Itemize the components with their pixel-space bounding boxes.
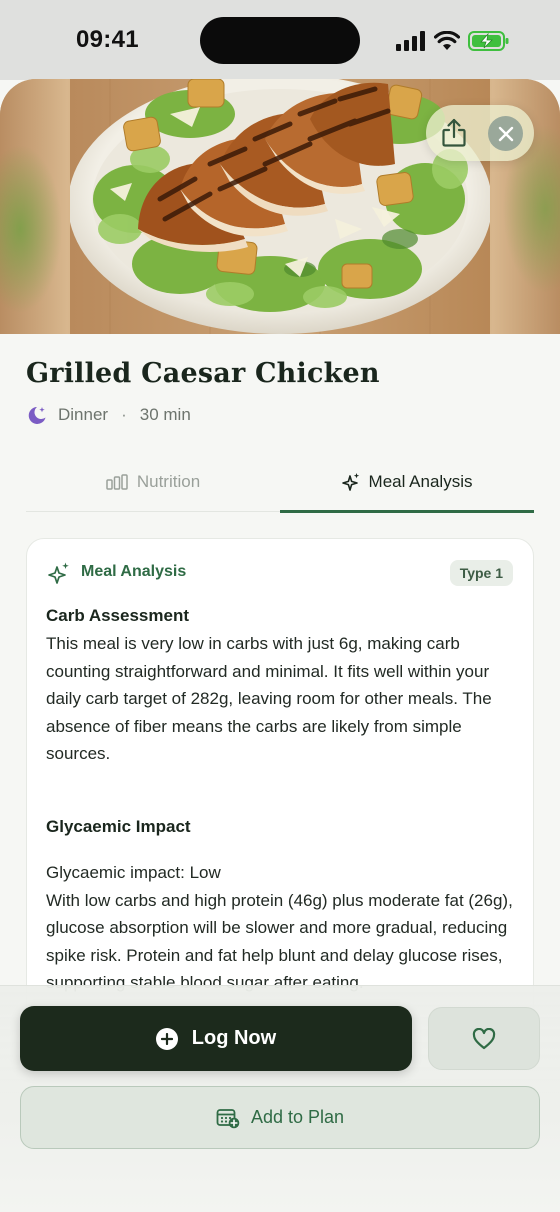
share-button[interactable] [434, 113, 474, 153]
signal-icon [396, 31, 425, 51]
heart-icon [472, 1027, 496, 1049]
meal-photo [70, 79, 490, 334]
calendar-add-icon [216, 1108, 240, 1128]
meal-meta: Dinner · 30 min [26, 402, 191, 428]
tab-nutrition-label: Nutrition [136, 472, 201, 491]
tab-meal-analysis-label: Meal Analysis [368, 472, 473, 491]
status-time: 09:41 [76, 26, 139, 53]
carb-assessment-section: Carb Assessment This meal is very low in… [46, 602, 516, 768]
section-body: This meal is very low in carbs with just… [46, 634, 492, 763]
glycaemic-impact-section: Glycaemic Impact Glycaemic impact: Low W… [46, 795, 516, 1015]
section-body: Glycaemic impact: Low With low carbs and… [46, 863, 513, 992]
moon-stars-icon [28, 407, 46, 424]
wifi-icon [434, 31, 460, 50]
favorite-button[interactable] [428, 1007, 540, 1070]
tab-bar: Nutrition Meal Analysis [26, 452, 534, 513]
plus-circle-icon [155, 1027, 178, 1050]
battery-charging-icon [468, 31, 509, 51]
section-heading: Glycaemic Impact [46, 817, 191, 836]
section-heading: Carb Assessment [46, 606, 189, 625]
diabetes-type-badge: Type 1 [449, 560, 513, 586]
bottom-action-bar: Log Now Add to Plan [0, 985, 560, 1212]
add-to-plan-label: Add to Plan [250, 1107, 345, 1127]
hero-action-group [426, 105, 534, 161]
card-header: Meal Analysis Type 1 [47, 559, 513, 587]
tab-meal-analysis[interactable]: Meal Analysis [280, 452, 534, 512]
hero-image [0, 79, 560, 334]
meta-separator: · [121, 405, 127, 424]
share-icon [442, 118, 466, 147]
sparkle-icon [341, 473, 359, 491]
status-icons [396, 29, 516, 53]
sparkle-icon [48, 562, 69, 584]
card-header-title: Meal Analysis [81, 563, 187, 580]
dynamic-island [200, 17, 360, 64]
tab-nutrition[interactable]: Nutrition [26, 452, 280, 512]
meal-title: Grilled Caesar Chicken [26, 358, 380, 389]
meal-duration: 30 min [139, 405, 191, 424]
status-bar: 09:41 [0, 0, 560, 80]
active-tab-indicator [280, 510, 534, 513]
log-now-button[interactable]: Log Now [20, 1006, 412, 1071]
add-to-plan-button[interactable]: Add to Plan [20, 1086, 540, 1149]
close-icon [498, 126, 513, 141]
close-button[interactable] [488, 116, 523, 151]
meal-type: Dinner [58, 405, 109, 424]
log-now-label: Log Now [191, 1027, 277, 1049]
bar-chart-icon [106, 474, 128, 490]
